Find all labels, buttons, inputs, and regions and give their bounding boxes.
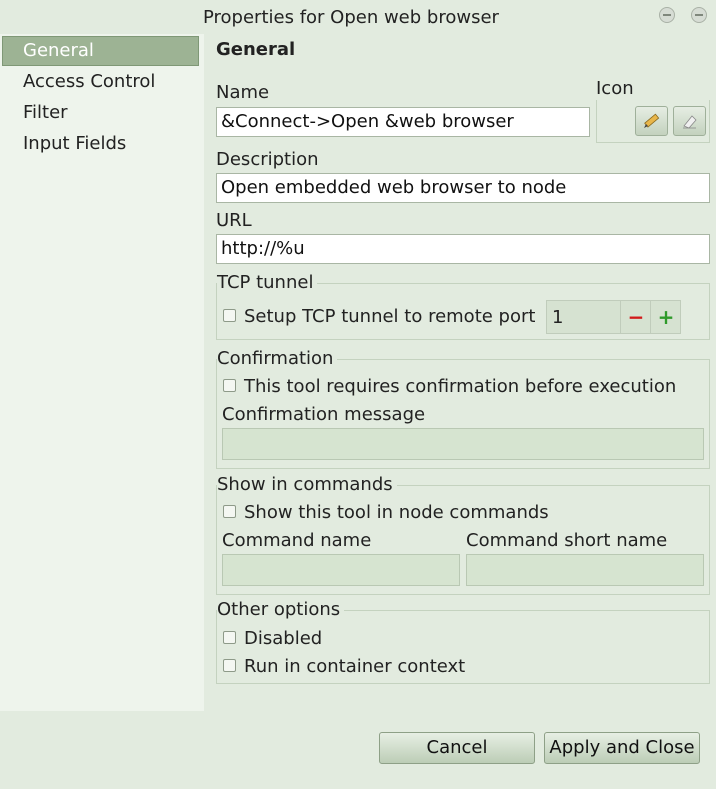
close-button[interactable]: [691, 7, 707, 23]
name-label: Name: [216, 82, 270, 103]
page-title: General: [216, 39, 296, 60]
show-in-commands-label: Show this tool in node commands: [244, 502, 549, 523]
sidebar-item-input-fields[interactable]: Input Fields: [0, 129, 200, 159]
port-stepper[interactable]: 1 − +: [546, 300, 681, 334]
title-bar: Properties for Open web browser: [0, 0, 716, 34]
icon-label: Icon: [596, 78, 634, 99]
apply-and-close-button[interactable]: Apply and Close: [544, 732, 700, 764]
disabled-label: Disabled: [244, 628, 323, 649]
command-short-name-input[interactable]: [466, 554, 704, 586]
clear-icon-button[interactable]: [673, 106, 706, 136]
confirmation-checkbox[interactable]: [223, 379, 236, 392]
confirmation-message-input[interactable]: [222, 428, 704, 460]
disabled-checkbox[interactable]: [223, 631, 236, 644]
description-input[interactable]: Open embedded web browser to node: [216, 173, 710, 203]
confirmation-message-label: Confirmation message: [222, 404, 426, 425]
sidebar-item-access-control[interactable]: Access Control: [0, 67, 200, 97]
show-in-commands-title: Show in commands: [217, 474, 397, 495]
confirmation-title: Confirmation: [217, 348, 338, 369]
sidebar-item-filter[interactable]: Filter: [0, 98, 200, 128]
url-input[interactable]: http://%u: [216, 234, 710, 264]
decrement-button[interactable]: −: [620, 301, 651, 333]
cancel-button[interactable]: Cancel: [379, 732, 535, 764]
description-label: Description: [216, 149, 319, 170]
sidebar: General Access Control Filter Input Fiel…: [0, 34, 204, 711]
eraser-icon: [683, 115, 697, 129]
command-name-input[interactable]: [222, 554, 460, 586]
minimize-button[interactable]: [659, 7, 675, 23]
pencil-icon: [644, 113, 660, 128]
window-title: Properties for Open web browser: [203, 7, 499, 28]
edit-icon-button[interactable]: [635, 106, 668, 136]
container-context-label: Run in container context: [244, 656, 466, 677]
url-label: URL: [216, 210, 252, 231]
increment-button[interactable]: +: [650, 301, 681, 333]
tcp-tunnel-title: TCP tunnel: [217, 272, 318, 293]
container-context-checkbox[interactable]: [223, 659, 236, 672]
port-value[interactable]: 1: [552, 307, 563, 328]
confirmation-label: This tool requires confirmation before e…: [244, 376, 677, 397]
tcp-tunnel-checkbox[interactable]: [223, 309, 236, 322]
name-input[interactable]: &Connect->Open &web browser: [216, 107, 590, 137]
show-in-commands-checkbox[interactable]: [223, 505, 236, 518]
command-short-name-label: Command short name: [466, 530, 668, 551]
tcp-tunnel-label: Setup TCP tunnel to remote port: [244, 306, 536, 327]
other-options-title: Other options: [217, 599, 345, 620]
sidebar-item-general[interactable]: General: [2, 36, 199, 66]
command-name-label: Command name: [222, 530, 372, 551]
